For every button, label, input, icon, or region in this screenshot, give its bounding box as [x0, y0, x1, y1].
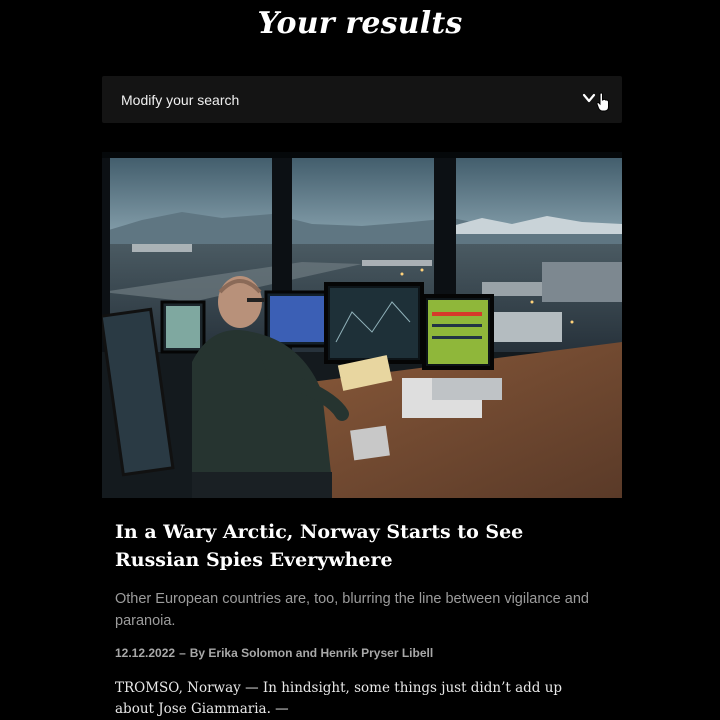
article-headline[interactable]: In a Wary Arctic, Norway Starts to See R…	[115, 518, 585, 574]
article-authors: By Erika Solomon and Henrik Pryser Libel…	[189, 646, 434, 660]
chevron-down-icon[interactable]	[582, 91, 596, 105]
page-title: Your results	[257, 6, 463, 41]
article-date: 12.12.2022	[115, 646, 176, 660]
article-body-excerpt: TROMSO, Norway — In hindsight, some thin…	[115, 680, 563, 717]
article-summary: Other European countries are, too, blurr…	[115, 591, 589, 629]
article-byline: 12.12.2022– By Erika Solomon and Henrik P…	[115, 646, 615, 660]
control-tower-illustration	[102, 152, 622, 498]
hand-cursor-icon	[596, 92, 609, 112]
modify-search-label: Modify your search	[121, 91, 240, 108]
article-hero-image[interactable]	[102, 152, 622, 498]
byline-separator: –	[179, 646, 186, 660]
modify-search-dropdown[interactable]: Modify your search	[102, 76, 622, 123]
